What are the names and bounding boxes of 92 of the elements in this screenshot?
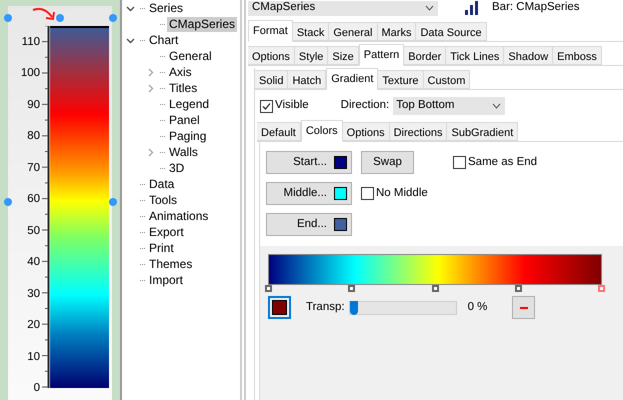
tree-item[interactable]: Print	[147, 240, 176, 256]
tree-item[interactable]: Themes	[147, 256, 194, 272]
tree-item[interactable]: Export	[147, 224, 186, 240]
chevron-down-icon	[425, 5, 434, 11]
chevron-down-icon[interactable]	[126, 4, 135, 12]
transparency-reading: 0 %	[468, 300, 488, 315]
axis-label: 20	[27, 319, 40, 332]
tab[interactable]: Directions	[390, 122, 448, 141]
checkmark-icon	[262, 102, 271, 110]
tab[interactable]: Custom	[424, 70, 470, 89]
tree-item[interactable]: CMapSeries	[167, 16, 238, 32]
tree-item[interactable]: Tools	[147, 192, 180, 208]
transparency-slider[interactable]	[348, 300, 457, 314]
tab[interactable]: Options	[248, 46, 295, 65]
axis-label: 80	[27, 130, 40, 142]
axis-label: 70	[27, 162, 40, 174]
gradient-stop-handle[interactable]	[598, 285, 605, 292]
swap-button[interactable]: Swap	[361, 151, 414, 174]
resize-handle[interactable]	[109, 14, 117, 22]
tab[interactable]: Options	[342, 122, 390, 141]
tab[interactable]: Format	[248, 20, 293, 42]
tab[interactable]: Emboss	[553, 46, 602, 65]
checkbox-label: Same as End	[468, 154, 538, 170]
gradient-stop-handle[interactable]	[348, 285, 356, 292]
axis-label: 50	[27, 224, 40, 237]
resize-handle[interactable]	[109, 198, 117, 206]
tree-item[interactable]: 3D	[167, 160, 186, 176]
gradient-stop-handle[interactable]	[432, 285, 438, 292]
tree-item[interactable]: Data	[147, 176, 176, 192]
axis-label: 110	[22, 36, 40, 48]
transparency-label: Transp:	[306, 300, 345, 315]
axis-label: 60	[27, 193, 40, 206]
tab[interactable]: Gradient	[326, 68, 378, 90]
tab[interactable]: Hatch	[288, 70, 326, 89]
tab[interactable]: SubGradient	[447, 122, 518, 141]
tree-item[interactable]: Axis	[167, 64, 194, 80]
chevron-down-icon[interactable]	[126, 36, 135, 44]
tab[interactable]: Marks	[378, 22, 416, 41]
resize-handle[interactable]	[4, 198, 12, 206]
direction-dropdown[interactable]: Top Bottom	[393, 97, 506, 115]
tree-item[interactable]: Walls	[167, 144, 200, 160]
tree-item[interactable]: Legend	[167, 96, 212, 112]
axis-label: 10	[27, 350, 40, 363]
checkbox[interactable]	[361, 187, 374, 200]
tab[interactable]: Stack	[292, 22, 330, 41]
chevron-down-icon	[492, 103, 502, 109]
axis-label: 40	[27, 256, 40, 268]
tree-item[interactable]: Panel	[167, 112, 202, 128]
color-button[interactable]: Start...	[266, 151, 352, 174]
color-button[interactable]: End...	[266, 213, 352, 236]
remove-button[interactable]	[512, 296, 536, 319]
series-dropdown[interactable]: CMapSeries	[248, 0, 438, 16]
tab[interactable]: Style	[294, 46, 328, 65]
tree-item[interactable]: Import	[147, 272, 186, 288]
selection-frame[interactable]	[268, 296, 291, 319]
checkbox-label: No Middle	[376, 186, 428, 201]
axis-label: 90	[27, 98, 40, 111]
slider-thumb[interactable]	[350, 300, 358, 314]
tab[interactable]: Shadow	[504, 46, 554, 65]
tree-item[interactable]: Series	[147, 0, 186, 16]
bar-chart-icon	[464, 1, 480, 15]
chevron-right-icon[interactable]	[146, 84, 155, 92]
tree-item[interactable]: Animations	[147, 208, 210, 224]
chevron-right-icon[interactable]	[146, 68, 155, 76]
tab[interactable]: Pattern	[358, 44, 404, 66]
tab[interactable]: Default	[257, 122, 301, 141]
tab[interactable]: Colors	[300, 120, 343, 142]
minus-icon	[520, 306, 528, 308]
tree-item[interactable]: General	[167, 48, 214, 64]
tab[interactable]: Tick Lines	[446, 46, 504, 65]
tab[interactable]: General	[329, 22, 378, 41]
axis-label: 30	[27, 288, 40, 300]
tab[interactable]: Border	[404, 46, 446, 65]
checkbox-label: Visible	[275, 98, 309, 114]
checkbox[interactable]	[260, 100, 273, 112]
tree-item[interactable]: Paging	[167, 128, 208, 144]
chevron-right-icon[interactable]	[146, 148, 155, 156]
axis-label: 100	[20, 67, 40, 80]
tree-item[interactable]: Titles	[167, 80, 200, 96]
resize-handle[interactable]	[4, 14, 12, 22]
gradient-stop-handle[interactable]	[265, 285, 272, 292]
color-button[interactable]: Middle...	[266, 182, 352, 205]
series-title: Bar: CMapSeries	[492, 0, 580, 16]
axis-label: 0	[34, 382, 40, 394]
gradient-stop-handle[interactable]	[514, 285, 522, 292]
tree-item[interactable]: Chart	[147, 32, 180, 48]
tab[interactable]: Data Source	[416, 22, 487, 41]
checkbox[interactable]	[453, 156, 466, 169]
tab[interactable]: Size	[328, 46, 359, 65]
tab[interactable]: Solid	[255, 70, 288, 89]
tab[interactable]: Texture	[378, 70, 424, 89]
direction-label: Direction:	[340, 98, 390, 114]
